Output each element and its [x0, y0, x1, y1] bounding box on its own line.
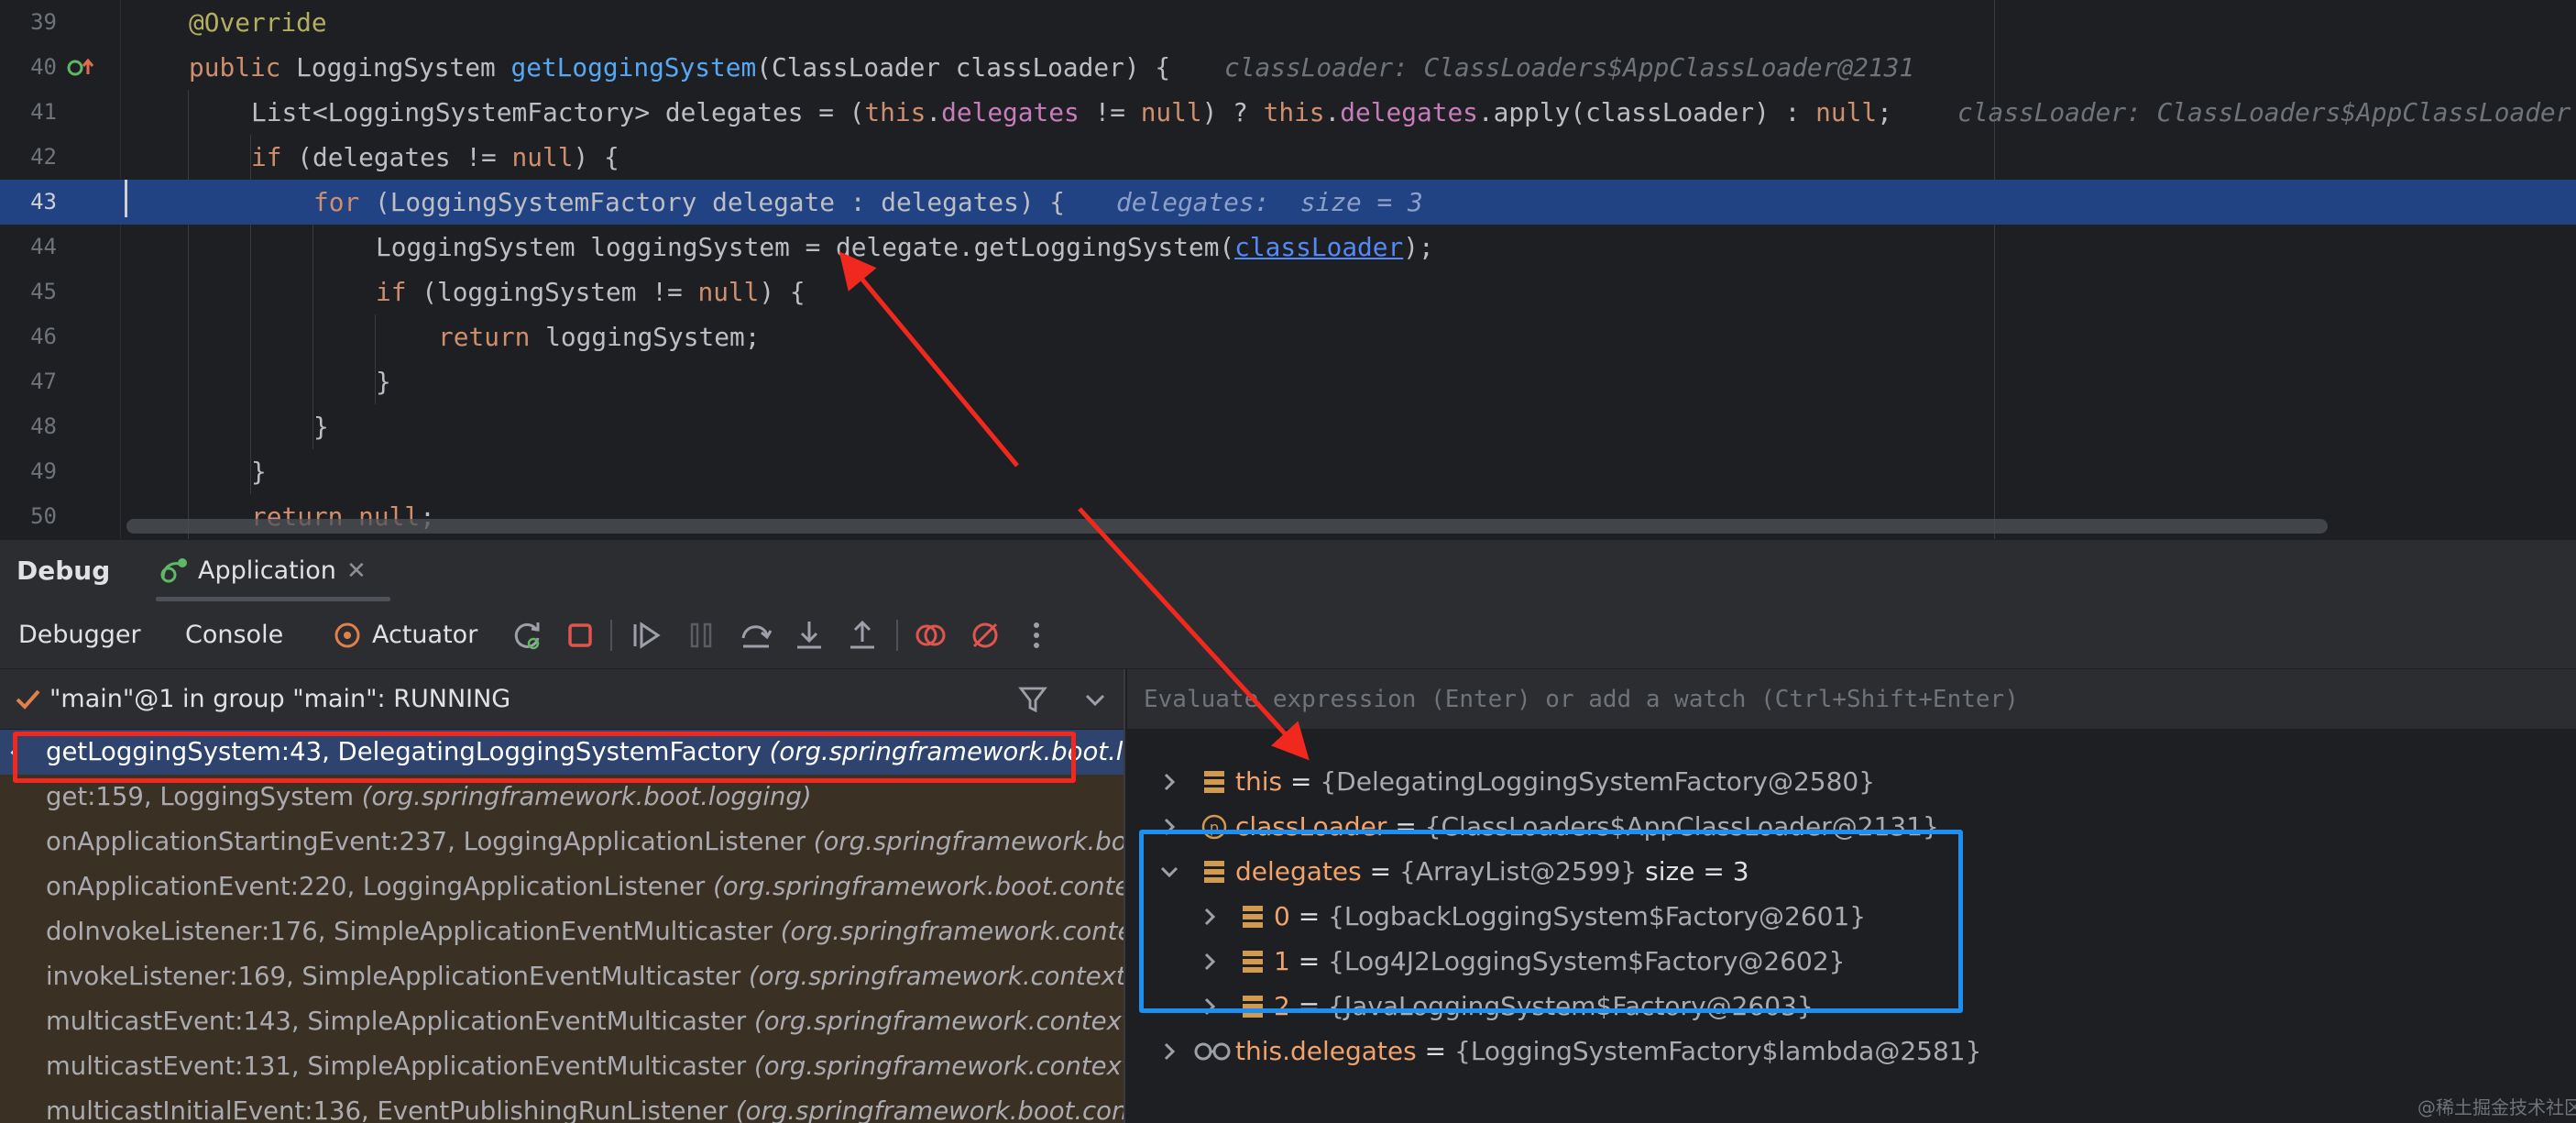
code-text: } — [376, 367, 391, 397]
code-line-39[interactable]: 39 @Override — [0, 0, 2576, 45]
chevron-right-icon[interactable] — [1156, 1039, 1182, 1064]
watch-glasses-icon — [1194, 1042, 1231, 1061]
code-text: @Override — [189, 7, 327, 38]
evaluate-expression-input[interactable] — [1144, 677, 2555, 722]
filter-icon[interactable] — [1017, 684, 1048, 715]
line-number: 46 — [30, 324, 57, 349]
watermark: @稀土掘金技术社区 — [2417, 1096, 2576, 1118]
more-options-icon[interactable] — [1019, 618, 1054, 653]
annotation-highlight-delegates — [1139, 830, 1963, 1013]
thread-label: "main"@1 in group "main": RUNNING — [49, 685, 511, 713]
override-marker-icon[interactable] — [66, 56, 97, 80]
stack-frame[interactable]: invokeListener:169, SimpleApplicationEve… — [0, 954, 1124, 999]
code-text: if (delegates != null) { — [251, 142, 619, 172]
step-out-icon[interactable] — [845, 618, 880, 653]
debug-tool-window-header: Debug Application ✕ — [0, 539, 2576, 601]
code-text: List<LoggingSystemFactory> delegates = (… — [251, 97, 1892, 127]
toolbar-separator — [610, 620, 612, 651]
stack-frame[interactable]: multicastInitialEvent:136, EventPublishi… — [0, 1089, 1124, 1123]
watch-row[interactable]: this.delegates = {LoggingSystemFactory$l… — [1127, 1029, 2576, 1073]
mute-breakpoints-icon[interactable] — [968, 618, 1003, 653]
stop-icon[interactable] — [563, 618, 597, 653]
run-config-tab-label: Application — [198, 556, 336, 585]
code-text: if (loggingSystem != null) { — [376, 277, 806, 307]
code-line-42[interactable]: 42 if (delegates != null) { — [0, 135, 2576, 180]
view-breakpoints-icon[interactable] — [913, 618, 948, 653]
line-number: 48 — [30, 413, 57, 439]
code-text: public LoggingSystem getLoggingSystem(Cl… — [189, 52, 1171, 83]
line-number: 50 — [30, 503, 57, 529]
chevron-down-icon[interactable] — [1081, 686, 1109, 713]
code-editor[interactable]: 39 @Override 40 public LoggingSystem get… — [0, 0, 2576, 539]
pause-icon[interactable] — [684, 618, 718, 653]
class-loader-reference: classLoader — [1234, 232, 1404, 262]
stack-frame[interactable]: onApplicationEvent:220, LoggingApplicati… — [0, 864, 1124, 909]
line-number: 42 — [30, 144, 57, 170]
chevron-right-icon[interactable] — [1156, 769, 1182, 795]
tab-debugger[interactable]: Debugger — [18, 601, 141, 669]
inline-debug-value: classLoader: ClassLoaders$AppClassLoader — [1957, 97, 2571, 127]
line-number: 43 — [30, 189, 57, 215]
line-number: 40 — [30, 54, 57, 80]
code-line-48[interactable]: 48 } — [0, 404, 2576, 449]
variable-row[interactable]: this = {DelegatingLoggingSystemFactory@2… — [1127, 759, 2576, 804]
debugger-toolbar: Debugger Console Actuator — [0, 601, 2576, 669]
inline-debug-value: classLoader: ClassLoaders$AppClassLoader… — [1224, 52, 1915, 83]
inline-debug-value: delegates: size = 3 — [1116, 187, 1423, 217]
horizontal-scrollbar[interactable] — [126, 519, 2328, 534]
code-line-44[interactable]: 44 LoggingSystem loggingSystem = delegat… — [0, 225, 2576, 270]
actuator-icon — [334, 622, 360, 648]
code-text: } — [313, 412, 329, 442]
annotation-highlight-frame — [13, 732, 1076, 783]
stack-frame[interactable]: multicastEvent:131, SimpleApplicationEve… — [0, 1044, 1124, 1089]
code-line-43-current[interactable]: 43 for (LoggingSystemFactory delegate : … — [0, 180, 2576, 225]
resume-icon[interactable] — [629, 618, 663, 653]
field-icon — [1204, 771, 1224, 793]
code-text: for (LoggingSystemFactory delegate : del… — [313, 187, 1066, 217]
code-line-40[interactable]: 40 public LoggingSystem getLoggingSystem… — [0, 45, 2576, 90]
evaluate-bar — [1127, 669, 2576, 730]
stack-frame-list: ‹ getLoggingSystem:43, DelegatingLogging… — [0, 730, 1124, 1123]
tab-actuator[interactable]: Actuator — [372, 601, 477, 669]
stack-frame[interactable]: onApplicationStartingEvent:237, LoggingA… — [0, 820, 1124, 864]
debug-title: Debug — [16, 556, 111, 586]
stack-frame[interactable]: multicastEvent:143, SimpleApplicationEve… — [0, 999, 1124, 1044]
thread-check-icon — [16, 689, 40, 710]
code-text: return loggingSystem; — [438, 322, 761, 352]
tab-console[interactable]: Console — [185, 601, 283, 669]
code-line-45[interactable]: 45 if (loggingSystem != null) { — [0, 270, 2576, 314]
line-number: 45 — [30, 279, 57, 304]
close-tab-icon[interactable]: ✕ — [346, 540, 367, 602]
toolbar-separator — [896, 620, 898, 651]
text-caret — [125, 180, 127, 217]
line-number: 44 — [30, 234, 57, 259]
line-number: 39 — [30, 9, 57, 35]
code-line-49[interactable]: 49 } — [0, 449, 2576, 494]
line-number: 47 — [30, 369, 57, 394]
step-over-icon[interactable] — [739, 618, 773, 653]
code-line-41[interactable]: 41 List<LoggingSystemFactory> delegates … — [0, 90, 2576, 135]
line-number: 41 — [30, 99, 57, 125]
spring-debug-icon — [160, 558, 187, 583]
rerun-icon[interactable] — [510, 618, 544, 653]
code-text: LoggingSystem loggingSystem = delegate.g… — [376, 232, 1434, 262]
stack-frame[interactable]: doInvokeListener:176, SimpleApplicationE… — [0, 909, 1124, 954]
code-line-47[interactable]: 47 } — [0, 359, 2576, 404]
code-line-46[interactable]: 46 return loggingSystem; — [0, 314, 2576, 359]
step-into-icon[interactable] — [792, 618, 827, 653]
line-number: 49 — [30, 458, 57, 484]
thread-selector[interactable]: "main"@1 in group "main": RUNNING — [0, 669, 1124, 730]
code-text: } — [251, 457, 267, 487]
